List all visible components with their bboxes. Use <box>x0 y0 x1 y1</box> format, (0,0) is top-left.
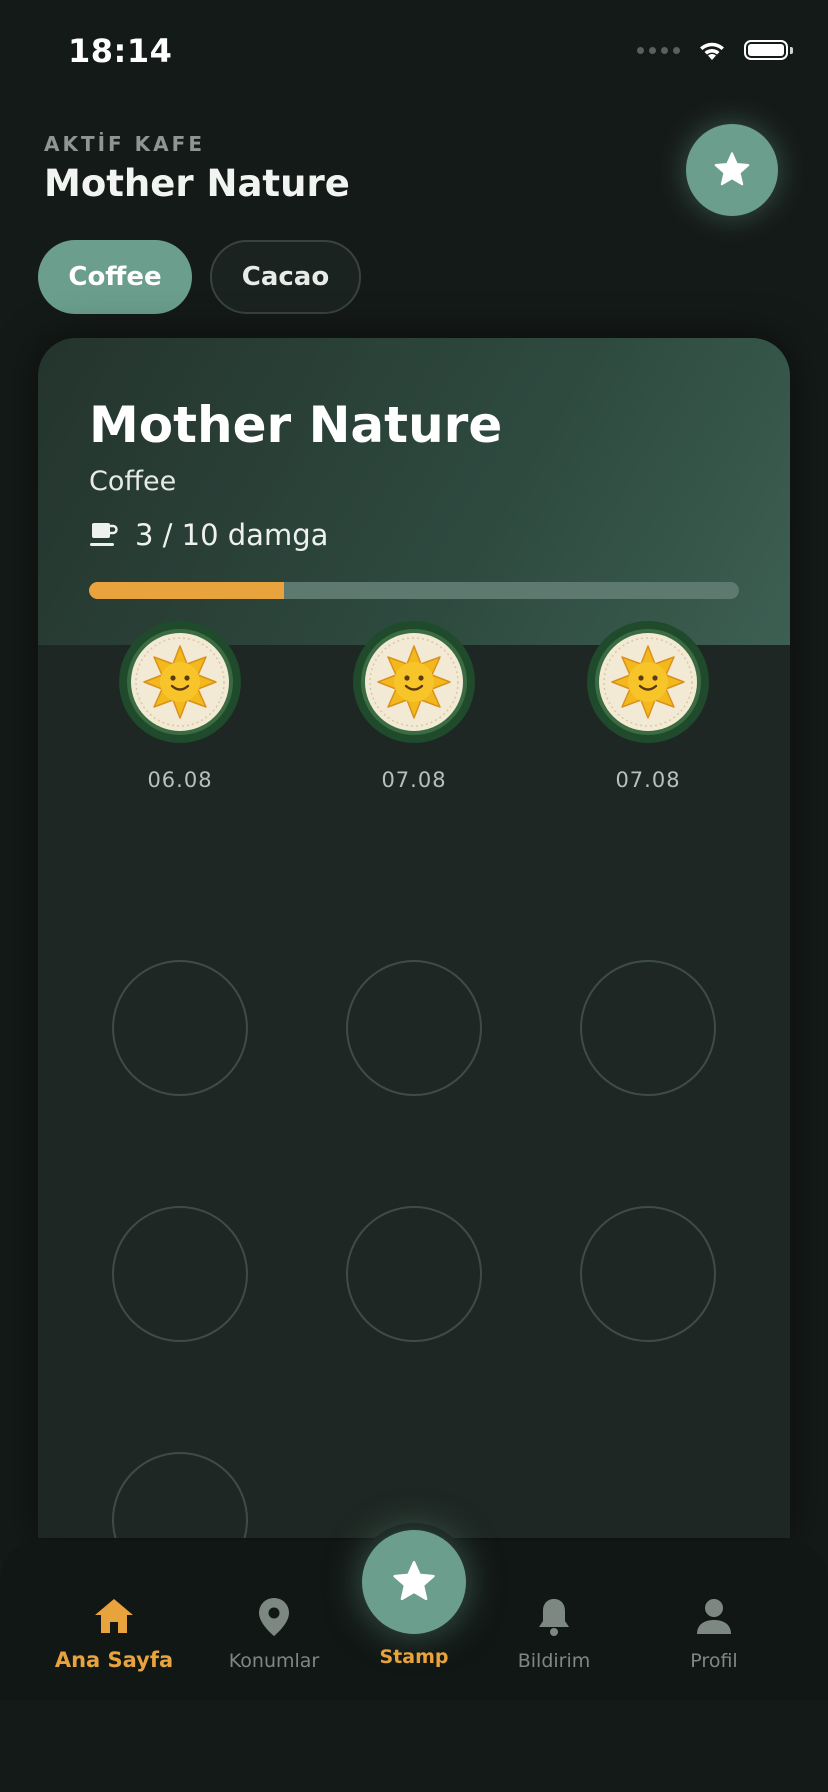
tab-cacao[interactable]: Cacao <box>210 240 361 314</box>
stamp-progress-bar <box>89 582 739 599</box>
active-cafe-name: Mother Nature <box>44 162 350 205</box>
stamp-slot-filled: 07.08 <box>346 620 482 792</box>
sun-stamp-icon <box>352 620 476 744</box>
stamp-slot-filled: 06.08 <box>112 620 248 792</box>
stamp-slot-empty <box>346 1206 482 1342</box>
stamp-slot-empty <box>112 960 248 1096</box>
home-icon <box>95 1599 133 1633</box>
stamp-date: 06.08 <box>147 768 213 792</box>
sun-stamp-icon <box>118 620 242 744</box>
home-indicator-area <box>0 1700 828 1792</box>
stamp-slot-empty <box>112 1452 248 1538</box>
status-time: 18:14 <box>68 32 173 70</box>
card-cafe-name: Mother Nature <box>89 396 503 454</box>
stamp-date: 07.08 <box>381 768 447 792</box>
stamp-slot-empty <box>580 960 716 1096</box>
stamp-slot-empty <box>112 1206 248 1342</box>
loyalty-card-header: Mother Nature Coffee 3 / 10 damga <box>38 338 790 645</box>
stamp-progress-fill <box>89 582 284 599</box>
star-icon <box>393 1560 435 1601</box>
tab-coffee[interactable]: Coffee <box>38 240 192 314</box>
card-category: Coffee <box>89 466 177 497</box>
stamp-slot-filled: 07.08 <box>580 620 716 792</box>
stamp-slot-empty <box>580 1206 716 1342</box>
nav-profile[interactable]: Profil <box>644 1596 784 1672</box>
stamp-slot-empty <box>346 960 482 1096</box>
stamp-count: 3 / 10 damga <box>135 518 329 552</box>
sun-stamp-icon <box>586 620 710 744</box>
favorite-star-button[interactable] <box>686 124 778 216</box>
star-icon <box>714 152 750 186</box>
wifi-icon <box>700 42 724 60</box>
profile-icon <box>697 1599 731 1634</box>
nav-locations[interactable]: Konumlar <box>204 1596 344 1672</box>
loyalty-card: Mother Nature Coffee 3 / 10 damga 06.08 <box>38 338 790 1538</box>
location-pin-icon <box>259 1598 289 1636</box>
nav-stamp-label: Stamp <box>379 1646 449 1668</box>
nav-stamp-button[interactable] <box>355 1523 473 1641</box>
cellular-signal-icon <box>637 46 680 54</box>
coffee-cup-icon <box>90 523 118 546</box>
bell-icon <box>539 1599 569 1636</box>
battery-icon <box>744 40 793 60</box>
status-bar: 18:14 <box>0 0 828 100</box>
active-cafe-label: AKTİF KAFE <box>44 132 205 156</box>
stamp-date: 07.08 <box>615 768 681 792</box>
nav-notifications[interactable]: Bildirim <box>484 1596 624 1672</box>
nav-home[interactable]: Ana Sayfa <box>44 1596 184 1672</box>
